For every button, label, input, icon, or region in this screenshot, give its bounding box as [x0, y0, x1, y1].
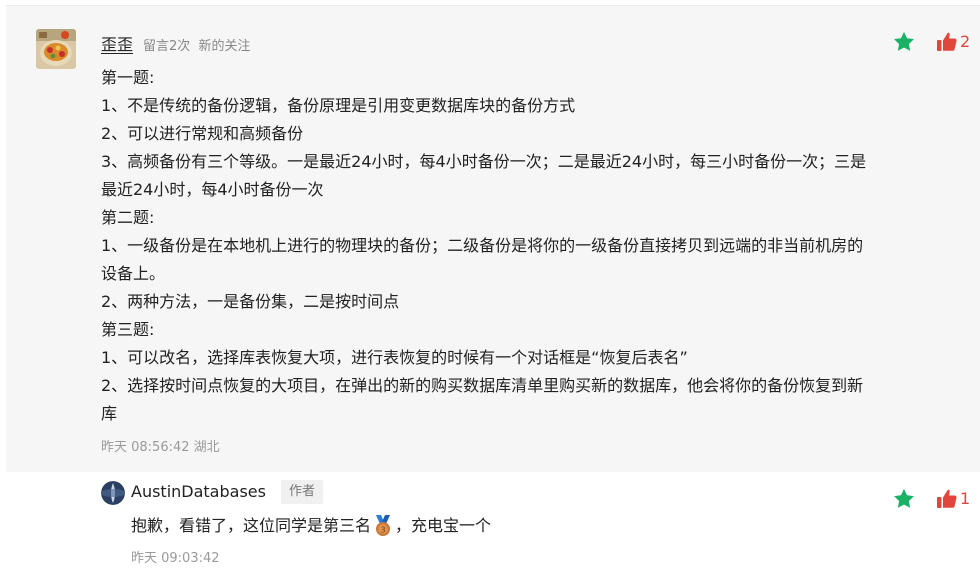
- avatar[interactable]: [36, 29, 76, 69]
- reply-body: 抱歉，看错了，这位同学是第三名 3 ，充电宝一个: [131, 512, 491, 540]
- reply-text-before: 抱歉，看错了，这位同学是第三名: [131, 516, 372, 535]
- comment-line: 2、可以进行常规和高频备份: [101, 124, 304, 143]
- reply-avatar[interactable]: [101, 481, 125, 505]
- like-count: 1: [960, 489, 971, 508]
- comment-actions: 2: [893, 31, 970, 52]
- author-badge: 作者: [281, 480, 324, 504]
- thumbs-up-icon: [937, 32, 957, 51]
- comment-body: 第一题: 1、不是传统的备份逻辑，备份原理是引用变更数据库块的备份方式 2、可以…: [101, 64, 871, 428]
- author-avatar-image: [101, 481, 125, 505]
- comment-line: 第三题:: [101, 320, 155, 339]
- comment-line: 第一题:: [101, 68, 155, 87]
- comment-line: 3、高频备份有三个等级。一是最近24小时，每4小时备份一次；二是最近24小时，每…: [101, 152, 867, 199]
- reply-timestamp: 昨天 09:03:42: [131, 551, 220, 566]
- comment-count-label: 留言2次: [143, 39, 191, 54]
- like-button[interactable]: 1: [937, 489, 970, 508]
- user-meta: 留言2次 新的关注: [143, 35, 250, 54]
- comment-line: 2、两种方法，一是备份集，二是按时间点: [101, 292, 400, 311]
- star-icon[interactable]: [893, 31, 915, 52]
- username[interactable]: 歪歪: [101, 31, 133, 55]
- thumbs-up-icon: [937, 489, 957, 508]
- new-follow-label: 新的关注: [198, 39, 251, 54]
- star-icon[interactable]: [893, 488, 915, 509]
- reply-actions: 1: [893, 488, 970, 509]
- comment-line: 1、一级备份是在本地机上进行的物理块的备份；二级备份是将你的一级备份直接拷贝到远…: [101, 236, 864, 283]
- reply-text-after: ，充电宝一个: [395, 516, 492, 535]
- comment-header: 歪歪 留言2次 新的关注: [101, 31, 250, 55]
- comment-timestamp: 昨天 08:56:42 湖北: [101, 440, 220, 455]
- comment-line: 1、不是传统的备份逻辑，备份原理是引用变更数据库块的备份方式: [101, 96, 576, 115]
- comment-line: 1、可以改名，选择库表恢复大项，进行表恢复的时候有一个对话框是“恢复后表名”: [101, 348, 688, 367]
- food-avatar-image: [36, 29, 76, 69]
- comment-line: 2、选择按时间点恢复的大项目，在弹出的新的购买数据库清单里购买新的数据库，他会将…: [101, 376, 864, 423]
- svg-text:3: 3: [380, 526, 385, 535]
- reply-username[interactable]: AustinDatabases: [131, 482, 266, 501]
- bronze-medal-icon: 3: [373, 515, 393, 537]
- comment-line: 第二题:: [101, 208, 155, 227]
- like-count: 2: [960, 32, 971, 51]
- like-button[interactable]: 2: [937, 32, 970, 51]
